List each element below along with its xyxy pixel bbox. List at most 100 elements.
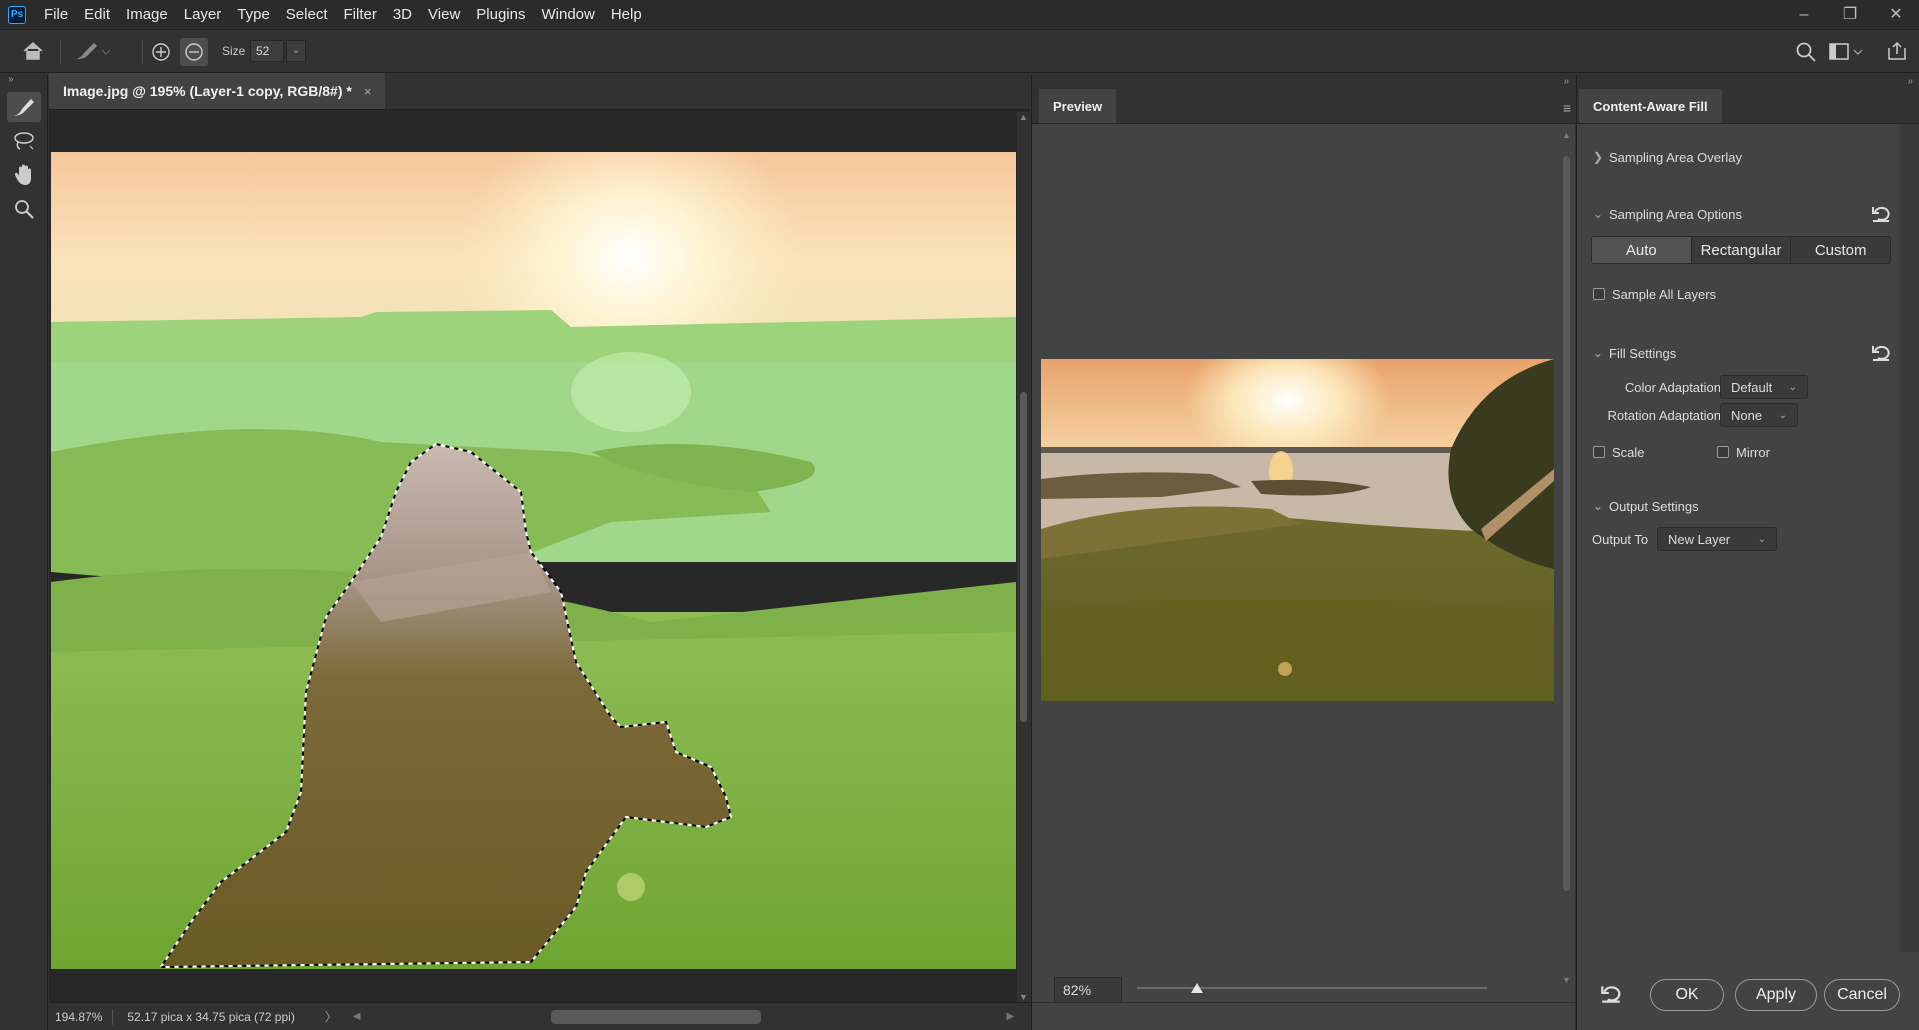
sampling-mode-custom[interactable]: Custom [1791, 237, 1890, 263]
sample-all-layers-checkbox[interactable] [1593, 288, 1605, 300]
sampling-mode-rectangular[interactable]: Rectangular [1692, 237, 1792, 263]
share-icon[interactable] [1886, 40, 1908, 67]
close-tab-icon[interactable]: × [364, 84, 372, 99]
menu-select[interactable]: Select [278, 0, 336, 30]
landscape-image-with-mask [51, 152, 1016, 969]
preview-zoom-input[interactable]: 82% [1054, 977, 1122, 1003]
chevron-down-icon: ⌄ [1788, 381, 1797, 393]
hand-tool-icon[interactable] [7, 160, 41, 190]
sampling-area-options-label: Sampling Area Options [1609, 206, 1742, 222]
brush-tool-preset-icon[interactable] [72, 39, 112, 70]
document-tab[interactable]: Image.jpg @ 195% (Layer-1 copy, RGB/8#) … [49, 73, 386, 109]
menu-view[interactable]: View [420, 0, 468, 30]
preview-tab[interactable]: Preview [1039, 89, 1117, 123]
menu-file[interactable]: File [36, 0, 76, 30]
sampling-area-overlay-header[interactable]: ❯ Sampling Area Overlay [1587, 145, 1742, 169]
scroll-up-icon[interactable]: ▲ [1017, 112, 1030, 122]
sample-all-layers-row[interactable]: Sample All Layers [1593, 282, 1716, 306]
menu-plugins[interactable]: Plugins [468, 0, 533, 30]
output-settings-header[interactable]: ⌄ Output Settings [1587, 494, 1699, 518]
preview-tab-bar: » Preview ≡ [1032, 74, 1575, 124]
reset-sampling-icon[interactable] [1870, 203, 1892, 225]
menu-filter[interactable]: Filter [336, 0, 385, 30]
zoom-tool-icon[interactable] [7, 194, 41, 224]
panel-menu-icon[interactable]: ≡ [1563, 100, 1571, 116]
collapse-icon[interactable]: » [0, 74, 47, 88]
photoshop-logo[interactable]: Ps [8, 5, 26, 24]
reset-all-icon[interactable] [1599, 982, 1623, 1006]
menu-bar: Ps File Edit Image Layer Type Select Filter 3D V… [0, 0, 1919, 30]
chevron-down-icon: ⌄ [1592, 346, 1604, 360]
scroll-down-icon[interactable]: ▼ [1017, 992, 1030, 1002]
search-icon[interactable] [1794, 40, 1818, 69]
document-dimensions: 52.17 pica x 34.75 pica (72 ppi) [127, 1009, 295, 1024]
menu-layer[interactable]: Layer [176, 0, 230, 30]
chevron-down-icon: ⌄ [1757, 533, 1766, 545]
collapse-panel-icon[interactable]: » [1563, 76, 1569, 87]
status-menu-chevron-icon[interactable]: 〉 [325, 1008, 337, 1025]
mirror-row[interactable]: Mirror [1717, 440, 1770, 464]
sampling-mode-segmented-control: Auto Rectangular Custom [1591, 236, 1891, 264]
chevron-down-icon: ⌄ [1778, 409, 1787, 421]
close-window-icon[interactable]: ✕ [1873, 0, 1919, 30]
color-adaptation-dropdown[interactable]: Default ⌄ [1720, 375, 1808, 399]
document-window: Image.jpg @ 195% (Layer-1 copy, RGB/8#) … [49, 73, 1030, 1030]
zoom-status[interactable]: 194.87% [49, 1010, 112, 1024]
menu-edit[interactable]: Edit [76, 0, 118, 30]
sampling-area-overlay-label: Sampling Area Overlay [1609, 149, 1742, 165]
add-to-sampling-icon[interactable] [150, 41, 172, 68]
preview-panel: » Preview ≡ ▲ ▼ 82% [1031, 74, 1576, 1030]
preview-zoom-slider[interactable] [1137, 983, 1487, 993]
scroll-left-icon[interactable]: ◀ [353, 1011, 361, 1022]
vertical-scrollbar[interactable]: ▲ ▼ [1017, 112, 1030, 1002]
fill-settings-label: Fill Settings [1609, 345, 1677, 361]
size-label: Size [222, 44, 246, 58]
horizontal-scroll-thumb[interactable] [550, 1009, 761, 1024]
chevron-down-icon: ⌄ [1592, 207, 1604, 221]
reset-fill-settings-icon[interactable] [1870, 342, 1892, 364]
workspace-icon[interactable] [1828, 41, 1864, 68]
menu-window[interactable]: Window [533, 0, 602, 30]
preview-image[interactable] [1041, 359, 1554, 701]
divider [112, 1008, 114, 1025]
scale-row[interactable]: Scale [1593, 440, 1645, 464]
content-aware-fill-tab[interactable]: Content-Aware Fill [1579, 89, 1722, 123]
preview-scroll-down-icon[interactable]: ▼ [1560, 975, 1573, 985]
rotation-adaptation-dropdown[interactable]: None ⌄ [1720, 403, 1798, 427]
output-to-label: Output To [1592, 532, 1649, 547]
sampling-mode-auto[interactable]: Auto [1592, 237, 1692, 263]
fill-settings-header[interactable]: ⌄ Fill Settings [1587, 341, 1892, 365]
menu-3d[interactable]: 3D [385, 0, 420, 30]
subtract-from-sampling-button[interactable] [180, 38, 208, 66]
ok-button[interactable]: OK [1650, 979, 1724, 1011]
content-aware-fill-panel: » Content-Aware Fill ❯ Sampling Area Ove… [1576, 74, 1919, 1030]
preview-landscape-image [1041, 359, 1554, 701]
restore-icon[interactable]: ❐ [1827, 0, 1873, 30]
preview-vertical-scrollbar[interactable]: ▲ ▼ [1560, 126, 1573, 991]
canvas-image[interactable] [51, 152, 1016, 969]
scroll-right-icon[interactable]: ▶ [1007, 1011, 1015, 1022]
scale-checkbox[interactable] [1593, 446, 1605, 458]
menu-image[interactable]: Image [118, 0, 176, 30]
sampling-area-options-header[interactable]: ⌄ Sampling Area Options [1587, 202, 1892, 226]
lasso-tool-icon[interactable] [7, 126, 41, 156]
preview-zoom-slider-thumb[interactable] [1190, 983, 1203, 993]
preview-scroll-thumb[interactable] [1563, 156, 1570, 891]
menu-help[interactable]: Help [603, 0, 650, 30]
apply-button[interactable]: Apply [1735, 979, 1817, 1011]
sampling-brush-tool-icon[interactable] [7, 92, 41, 122]
vertical-scroll-thumb[interactable] [1020, 392, 1027, 722]
home-icon[interactable] [22, 41, 44, 66]
preview-scroll-up-icon[interactable]: ▲ [1560, 130, 1573, 140]
mirror-checkbox[interactable] [1717, 446, 1729, 458]
caf-footer: OK Apply Cancel [1577, 952, 1919, 1030]
cancel-button[interactable]: Cancel [1824, 979, 1900, 1011]
minimize-icon[interactable]: – [1781, 0, 1827, 30]
output-to-dropdown[interactable]: New Layer ⌄ [1657, 527, 1777, 551]
size-input[interactable]: 52 [250, 40, 284, 62]
size-dropdown-chevron-icon[interactable]: ⌄ [286, 40, 306, 62]
collapse-panel-icon[interactable]: » [1907, 76, 1913, 87]
menu-type[interactable]: Type [229, 0, 278, 30]
color-adaptation-value: Default [1731, 379, 1773, 395]
document-tab-title: Image.jpg @ 195% (Layer-1 copy, RGB/8#) … [63, 83, 352, 99]
